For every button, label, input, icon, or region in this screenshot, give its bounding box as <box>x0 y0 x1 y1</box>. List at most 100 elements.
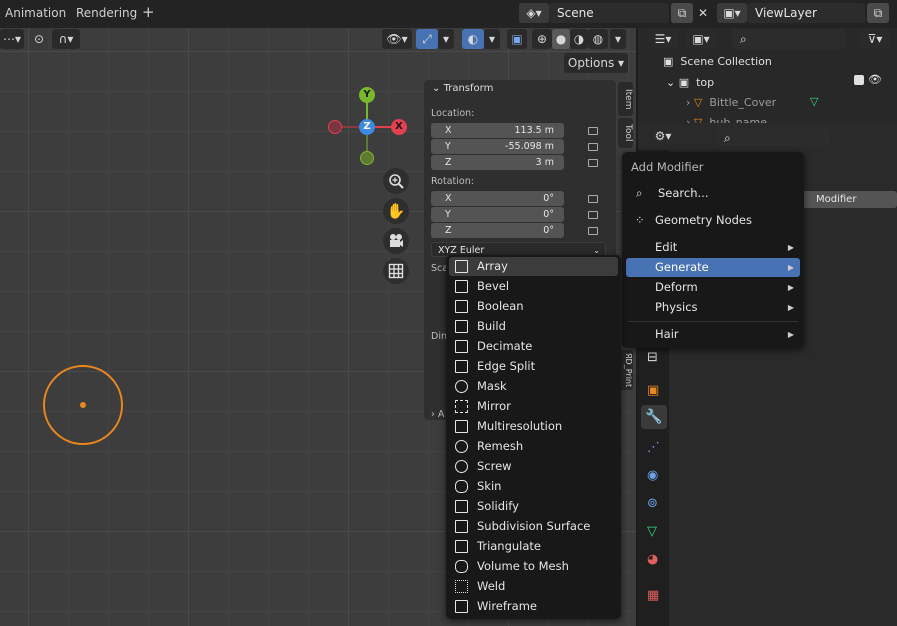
filter-icon[interactable]: ⊽▾ <box>860 29 890 49</box>
visibility-icon[interactable]: 👁▾ <box>382 29 412 49</box>
outliner-item-top[interactable]: ⌄ ▣ top <box>666 76 714 89</box>
data-tab-icon[interactable]: ▽ <box>647 524 657 539</box>
new-scene-icon[interactable]: ⧉ <box>671 3 693 23</box>
texture-tab-icon[interactable]: ▦ <box>647 588 659 603</box>
overlay-dropdown-icon[interactable]: ▾ <box>484 29 500 49</box>
gizmo-toggle-icon[interactable]: ⤢ <box>416 29 438 49</box>
viewlayer-browse-icon[interactable]: ▣▾ <box>717 3 747 23</box>
material-tab-icon[interactable]: ◕ <box>647 552 658 567</box>
wrench-icon[interactable]: 🔧 <box>641 405 667 429</box>
tab-rendering[interactable]: Rendering <box>76 6 137 20</box>
geometry-nodes-menu-item[interactable]: ⁘ Geometry Nodes <box>626 211 800 230</box>
scene-tab-icon[interactable]: ⊟ <box>647 350 658 365</box>
location-x-field[interactable]: X 113.5 m <box>431 123 564 138</box>
gizmo-dropdown-icon[interactable]: ▾ <box>438 29 454 49</box>
rendered-shading-icon[interactable]: ◍ <box>588 29 608 49</box>
menu-item-weld[interactable]: Weld <box>449 577 618 596</box>
lock-icon[interactable] <box>588 143 598 151</box>
proportional-edit-icon[interactable]: ∩▾ <box>52 29 80 49</box>
snap-icon[interactable]: ⊙ <box>30 29 48 49</box>
rotation-z-field[interactable]: Z 0° <box>431 223 564 238</box>
properties-search-input[interactable]: ⌕ <box>716 128 830 146</box>
gizmo-x-axis[interactable]: X <box>391 119 407 135</box>
material-shading-icon[interactable]: ◑ <box>570 29 588 49</box>
viewlayer-name-field[interactable]: ViewLayer <box>747 3 865 23</box>
tab-tool[interactable]: Tool <box>618 118 633 148</box>
overlay-toggle-icon[interactable]: ◐ <box>462 29 484 49</box>
outliner-item-scene-collection[interactable]: ▣ Scene Collection <box>663 55 772 68</box>
lock-icon[interactable] <box>588 211 598 219</box>
menu-item-edge-split[interactable]: Edge Split <box>449 357 618 376</box>
outliner-search-input[interactable]: ⌕ <box>732 29 846 49</box>
menu-item-array[interactable]: Array <box>449 257 618 276</box>
outliner-item-hub-name[interactable]: › ▽ hub_name <box>686 116 767 123</box>
solid-shading-icon[interactable]: ● <box>552 29 570 49</box>
camera-icon[interactable] <box>383 228 409 254</box>
lock-icon[interactable] <box>588 127 598 135</box>
add-workspace-button[interactable]: + <box>142 3 155 21</box>
display-mode-icon[interactable]: ▣▾ <box>686 29 716 49</box>
object-tab-icon[interactable]: ▣ <box>647 383 659 398</box>
menu-item-mirror[interactable]: Mirror <box>449 397 618 416</box>
physics-tab-icon[interactable]: ◉ <box>647 468 658 483</box>
menu-item-triangulate[interactable]: Triangulate <box>449 537 618 556</box>
menu-item-skin[interactable]: Skin <box>449 477 618 496</box>
gizmo-neg-y-axis[interactable] <box>360 151 374 165</box>
grid-icon[interactable] <box>383 258 409 284</box>
lock-icon[interactable] <box>588 227 598 235</box>
outliner-editor-type-icon[interactable]: ☰▾ <box>648 29 678 49</box>
menu-item-remesh[interactable]: Remesh <box>449 437 618 456</box>
menu-item-volume-to-mesh[interactable]: Volume to Mesh <box>449 557 618 576</box>
scene-name-field[interactable]: Scene <box>549 3 669 23</box>
lock-icon[interactable] <box>588 159 598 167</box>
transform-pivot-icon[interactable]: ⋯▾ <box>0 29 24 49</box>
menu-item-bevel[interactable]: Bevel <box>449 277 618 296</box>
location-z-field[interactable]: Z 3 m <box>431 155 564 170</box>
eye-icon[interactable]: 👁 <box>868 73 882 86</box>
menu-item-build[interactable]: Build <box>449 317 618 336</box>
hand-icon[interactable]: ✋ <box>383 198 409 224</box>
menu-item-label: Subdivision Surface <box>477 519 591 533</box>
options-button[interactable]: Options ▾ <box>564 53 628 73</box>
lock-icon[interactable] <box>588 195 598 203</box>
particles-tab-icon[interactable]: ⋰ <box>647 440 660 455</box>
menu-item-deform[interactable]: Deform ▶ <box>626 278 800 297</box>
menu-item-decimate[interactable]: Decimate <box>449 337 618 356</box>
menu-item-solidify[interactable]: Solidify <box>449 497 618 516</box>
gizmo-z-axis[interactable]: Z <box>359 119 375 135</box>
shading-dropdown-icon[interactable]: ▾ <box>610 29 626 49</box>
menu-item-generate[interactable]: Generate ▶ <box>626 258 800 277</box>
menu-item-screw[interactable]: Screw <box>449 457 618 476</box>
navigation-gizmo[interactable]: Y X Z <box>325 85 410 170</box>
gizmo-y-axis[interactable]: Y <box>359 87 375 103</box>
checkbox-icon[interactable] <box>854 75 864 85</box>
rotation-x-field[interactable]: X 0° <box>431 191 564 206</box>
collapsed-panel-header[interactable]: › A <box>431 409 444 420</box>
menu-item-wireframe[interactable]: Wireframe <box>449 597 618 616</box>
menu-item-label: Array <box>477 259 508 273</box>
menu-item-multiresolution[interactable]: Multiresolution <box>449 417 618 436</box>
transform-panel-header[interactable]: ⌄ Transform <box>432 83 493 94</box>
search-menu-item[interactable]: ⌕ Search... <box>626 184 800 203</box>
scene-browse-icon[interactable]: ◈▾ <box>519 3 549 23</box>
tab-animation[interactable]: Animation <box>5 6 66 20</box>
gizmo-neg-x-axis[interactable] <box>328 120 342 134</box>
menu-item-physics[interactable]: Physics ▶ <box>626 298 800 317</box>
location-y-field[interactable]: Y -55.098 m <box>431 139 564 154</box>
menu-item-hair[interactable]: Hair ▶ <box>626 325 800 344</box>
wireframe-shading-icon[interactable]: ⊕ <box>532 29 552 49</box>
menu-item-boolean[interactable]: Boolean <box>449 297 618 316</box>
menu-item-subdivision-surface[interactable]: Subdivision Surface <box>449 517 618 536</box>
menu-item-edit[interactable]: Edit ▶ <box>626 238 800 257</box>
constraints-tab-icon[interactable]: ⊚ <box>647 496 658 511</box>
properties-editor-type-icon[interactable]: ⚙▾ <box>648 126 678 146</box>
tab-item[interactable]: Item <box>618 82 633 116</box>
delete-scene-icon[interactable]: ✕ <box>694 3 712 23</box>
add-modifier-button[interactable]: Modifier <box>798 191 897 208</box>
rotation-y-field[interactable]: Y 0° <box>431 207 564 222</box>
new-viewlayer-icon[interactable]: ⧉ <box>867 3 889 23</box>
zoom-icon[interactable] <box>383 168 409 194</box>
outliner-item-bittle-cover[interactable]: › ▽ Bittle_Cover <box>686 96 776 109</box>
xray-icon[interactable]: ▣ <box>507 29 527 49</box>
menu-item-mask[interactable]: Mask <box>449 377 618 396</box>
